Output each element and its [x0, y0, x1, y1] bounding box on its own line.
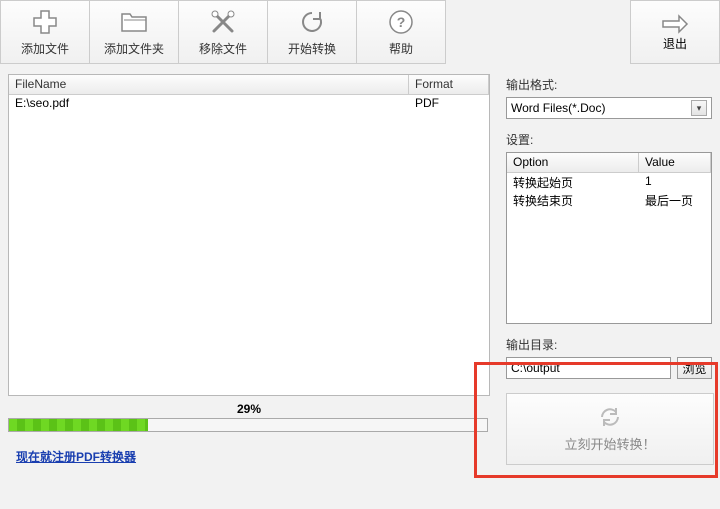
help-icon: ?: [387, 8, 415, 36]
help-button[interactable]: ? 帮助: [356, 0, 446, 64]
output-dir-input[interactable]: [506, 357, 671, 379]
add-file-button[interactable]: 添加文件: [0, 0, 90, 64]
add-folder-button[interactable]: 添加文件夹: [89, 0, 179, 64]
settings-table[interactable]: Option Value 转换起始页 1 转换结束页 最后一页: [506, 152, 712, 324]
settings-label: 设置:: [506, 131, 712, 148]
help-label: 帮助: [389, 40, 413, 57]
remove-file-label: 移除文件: [199, 40, 247, 57]
cell-filename: E:\seo.pdf: [9, 95, 409, 113]
file-table[interactable]: FileName Format E:\seo.pdf PDF: [8, 74, 490, 396]
col-value[interactable]: Value: [639, 153, 711, 172]
remove-file-button[interactable]: 移除文件: [178, 0, 268, 64]
col-option[interactable]: Option: [507, 153, 639, 172]
cross-tools-icon: [209, 8, 237, 36]
exit-label: 退出: [663, 35, 687, 52]
cell-option: 转换结束页: [507, 191, 639, 209]
convert-now-label: 立刻开始转换！: [564, 434, 655, 453]
col-filename[interactable]: FileName: [9, 75, 409, 94]
exit-arrow-icon: [661, 13, 689, 35]
table-row[interactable]: 转换起始页 1: [507, 173, 711, 191]
start-convert-label: 开始转换: [288, 40, 336, 57]
refresh-icon: [597, 406, 623, 428]
toolbar: 添加文件 添加文件夹 移除文件 开始转换 ? 帮助 退出: [0, 0, 720, 64]
chevron-down-icon: ▾: [691, 100, 707, 116]
add-file-label: 添加文件: [21, 40, 69, 57]
col-format[interactable]: Format: [409, 75, 489, 94]
cell-format: PDF: [409, 95, 489, 113]
cell-value: 最后一页: [639, 191, 711, 209]
refresh-icon: [298, 8, 326, 36]
toolbar-spacer: [445, 0, 630, 64]
cell-value: 1: [639, 173, 711, 191]
output-format-select[interactable]: Word Files(*.Doc) ▾: [506, 97, 712, 119]
progress-fill: [9, 419, 148, 431]
progress-percent-label: 29%: [8, 402, 490, 416]
progress-bar: [8, 418, 488, 432]
output-format-value: Word Files(*.Doc): [511, 101, 605, 115]
register-link[interactable]: 现在就注册PDF转换器: [16, 448, 136, 465]
plus-icon: [31, 8, 59, 36]
start-convert-button[interactable]: 开始转换: [267, 0, 357, 64]
browse-button[interactable]: 浏览: [677, 357, 712, 379]
output-dir-label: 输出目录:: [506, 336, 712, 353]
settings-header: Option Value: [507, 153, 711, 173]
add-folder-label: 添加文件夹: [104, 40, 164, 57]
table-row[interactable]: 转换结束页 最后一页: [507, 191, 711, 209]
file-table-header: FileName Format: [9, 75, 489, 95]
cell-option: 转换起始页: [507, 173, 639, 191]
folder-icon: [120, 8, 148, 36]
table-row[interactable]: E:\seo.pdf PDF: [9, 95, 489, 113]
svg-text:?: ?: [397, 14, 406, 30]
output-format-label: 输出格式:: [506, 76, 712, 93]
convert-now-button[interactable]: 立刻开始转换！: [506, 393, 714, 465]
exit-button[interactable]: 退出: [630, 0, 720, 64]
